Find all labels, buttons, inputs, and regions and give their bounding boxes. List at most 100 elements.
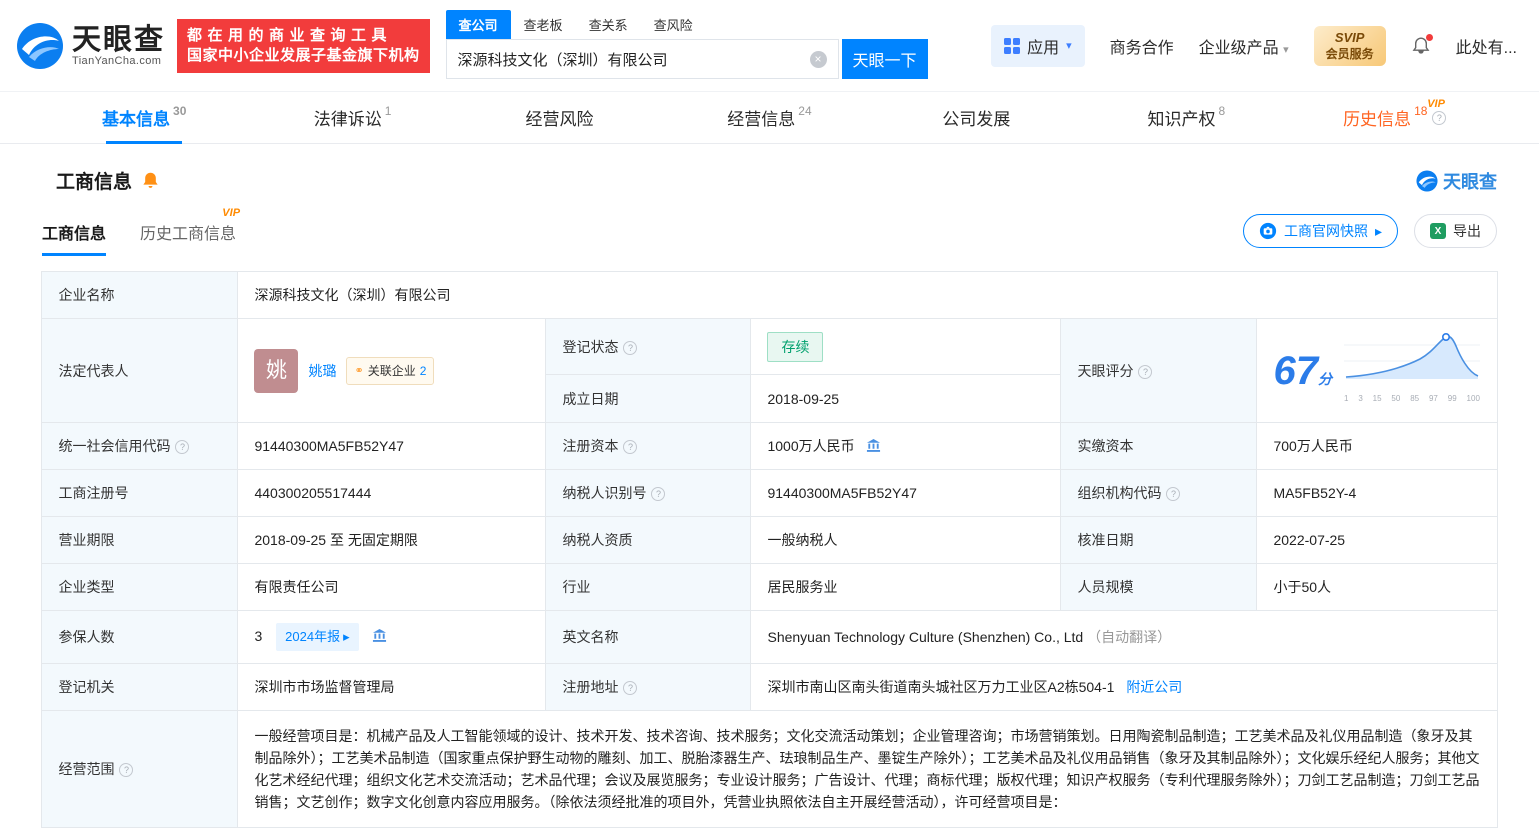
registry-value: 深圳市市场监督管理局: [237, 663, 547, 711]
section-header: 工商信息 天眼查: [0, 144, 1539, 194]
insured-value: 3 2024年报 ▸: [237, 610, 547, 664]
clear-search-icon[interactable]: ×: [809, 50, 827, 68]
search-tab-boss[interactable]: 查老板: [511, 10, 576, 39]
business-scope-value: 一般经营项目是：机械产品及人工智能领域的设计、技术开发、技术咨询、技术服务；文化…: [237, 710, 1498, 828]
excel-icon: X: [1430, 223, 1446, 239]
legal-rep-label: 法定代表人: [41, 318, 239, 423]
paid-capital-value: 700万人民币: [1256, 422, 1498, 470]
apps-grid-icon: [1004, 37, 1021, 54]
search-input[interactable]: [457, 50, 810, 68]
arrow-right-icon: ▸: [343, 629, 350, 644]
search-box: ×: [445, 39, 839, 79]
tianyancha-swoosh-icon: [17, 22, 63, 69]
legal-rep-name-link[interactable]: 姚璐: [308, 360, 336, 382]
english-name-label: 英文名称: [545, 610, 752, 664]
score-value-cell: 67分 1 3 15 50 85 97 99 100: [1256, 318, 1498, 423]
nearby-companies-link[interactable]: 附近公司: [1126, 679, 1182, 695]
subtab-row: 工商信息 VIP 历史工商信息 工商官网快照 ▸ X 导出: [0, 194, 1539, 256]
help-icon[interactable]: ?: [651, 487, 666, 501]
help-icon[interactable]: ?: [623, 340, 638, 355]
search-submit-button[interactable]: 天眼一下: [841, 39, 928, 79]
staff-size-value: 小于50人: [1256, 563, 1498, 611]
chevron-down-icon: ▾: [1283, 43, 1289, 56]
help-icon[interactable]: ?: [623, 681, 638, 695]
tab-history-info[interactable]: VIP 历史信息 18 ?: [1291, 92, 1499, 143]
apps-label: 应用: [1027, 39, 1060, 57]
business-info-table: 企业名称 深源科技文化（深圳）有限公司 法定代表人 姚 姚璐 ⚭ 关联企业 2 …: [41, 271, 1498, 828]
help-icon[interactable]: ?: [119, 763, 134, 777]
credit-code-value: 91440300MA5FB52Y47: [237, 422, 547, 470]
svip-sublabel: 会员服务: [1325, 46, 1374, 61]
related-companies-icon: ⚭: [354, 364, 364, 377]
tab-business-info[interactable]: 经营信息 24: [665, 92, 873, 143]
vip-tag: VIP: [222, 207, 241, 219]
help-icon[interactable]: ?: [1166, 487, 1181, 501]
tianyancha-logo[interactable]: 天眼查 TianYanCha.com: [16, 22, 165, 70]
subtab-business-info[interactable]: 工商信息: [42, 220, 106, 256]
legal-rep-value: 姚 姚璐 ⚭ 关联企业 2: [237, 318, 547, 423]
score-label: 天眼评分?: [1060, 318, 1258, 423]
approval-date-label: 核准日期: [1060, 516, 1258, 564]
notification-bell-icon[interactable]: [1411, 33, 1433, 56]
score-distribution-chart: 1 3 15 50 85 97 99 100: [1343, 331, 1480, 410]
enterprise-products-link[interactable]: 企业级产品 ▾: [1199, 34, 1289, 58]
tab-company-development[interactable]: 公司发展: [874, 92, 1082, 143]
insured-bank-icon[interactable]: [372, 628, 387, 643]
vip-tag: VIP: [1427, 98, 1445, 110]
business-term-value: 2018-09-25 至 无固定期限: [237, 516, 547, 564]
search-area: 查公司 查老板 查关系 查风险 × 天眼一下: [445, 10, 928, 79]
insured-label: 参保人数: [41, 610, 239, 664]
company-type-label: 企业类型: [41, 563, 239, 611]
help-icon[interactable]: ?: [175, 440, 190, 454]
apps-menu-button[interactable]: 应用 ▾: [991, 24, 1085, 67]
watermark-text: 天眼查: [1443, 171, 1497, 192]
annual-report-badge[interactable]: 2024年报 ▸: [276, 623, 359, 651]
table-row: 企业类型 有限责任公司 行业 居民服务业 人员规模 小于50人: [41, 563, 1498, 611]
tab-basic-info[interactable]: 基本信息 30: [40, 92, 248, 143]
company-name-label: 企业名称: [41, 271, 239, 319]
taxpayer-id-label: 纳税人识别号?: [545, 469, 752, 517]
legal-rep-avatar[interactable]: 姚: [254, 348, 299, 393]
capital-bank-icon[interactable]: [866, 438, 881, 453]
help-icon[interactable]: ?: [1432, 110, 1447, 125]
address-label: 注册地址?: [545, 663, 752, 711]
auto-translate-note: （自动翻译）: [1087, 629, 1172, 645]
table-row: 统一社会信用代码? 91440300MA5FB52Y47 注册资本? 1000万…: [41, 422, 1498, 470]
org-code-value: MA5FB52Y-4: [1256, 469, 1498, 517]
tab-intellectual-property[interactable]: 知识产权 8: [1082, 92, 1290, 143]
english-name-value: Shenyuan Technology Culture (Shenzhen) C…: [750, 610, 1498, 664]
notification-dot: [1425, 33, 1433, 41]
score-unit: 分: [1317, 370, 1332, 387]
search-tab-relation[interactable]: 查关系: [576, 10, 641, 39]
business-cooperation-link[interactable]: 商务合作: [1110, 34, 1174, 58]
search-tab-risk[interactable]: 查风险: [641, 10, 706, 39]
establish-date-label: 成立日期: [545, 374, 752, 423]
help-icon[interactable]: ?: [1138, 364, 1153, 379]
tab-operation-risk[interactable]: 经营风险: [457, 92, 665, 143]
table-row: 经营范围? 一般经营项目是：机械产品及人工智能领域的设计、技术开发、技术咨询、技…: [41, 710, 1498, 828]
search-tab-company[interactable]: 查公司: [445, 10, 511, 39]
registry-label: 登记机关: [41, 663, 239, 711]
tab-legal-litigation[interactable]: 法律诉讼 1: [248, 92, 456, 143]
chevron-down-icon: ▾: [1066, 40, 1072, 52]
business-scope-label: 经营范围?: [41, 710, 239, 828]
reg-capital-label: 注册资本?: [545, 422, 752, 470]
section-title: 工商信息: [56, 172, 133, 193]
tianyancha-swoosh-icon: [1416, 169, 1438, 192]
export-button[interactable]: X 导出: [1414, 214, 1497, 248]
status-badge: 存续: [767, 331, 824, 362]
official-snapshot-button[interactable]: 工商官网快照 ▸: [1242, 214, 1398, 248]
snapshot-camera-icon: [1259, 222, 1277, 240]
table-row: 登记机关 深圳市市场监督管理局 注册地址? 深圳市南山区南头街道南头城社区万力工…: [41, 663, 1498, 711]
monitor-bell-icon[interactable]: [141, 171, 160, 190]
help-icon[interactable]: ?: [623, 440, 638, 454]
address-value: 深圳市南山区南头街道南头城社区万力工业区A2栋504-1 附近公司: [750, 663, 1498, 711]
subtab-history-business-info[interactable]: VIP 历史工商信息: [140, 207, 240, 256]
section-watermark: 天眼查: [1416, 168, 1497, 194]
industry-value: 居民服务业: [750, 563, 1062, 611]
user-account[interactable]: 此处有...: [1456, 34, 1517, 58]
svip-membership-button[interactable]: SVIP 会员服务: [1313, 25, 1386, 66]
related-companies-badge[interactable]: ⚭ 关联企业 2: [346, 356, 435, 385]
search-tabs: 查公司 查老板 查关系 查风险: [445, 10, 928, 39]
approval-date-value: 2022-07-25: [1256, 516, 1498, 564]
